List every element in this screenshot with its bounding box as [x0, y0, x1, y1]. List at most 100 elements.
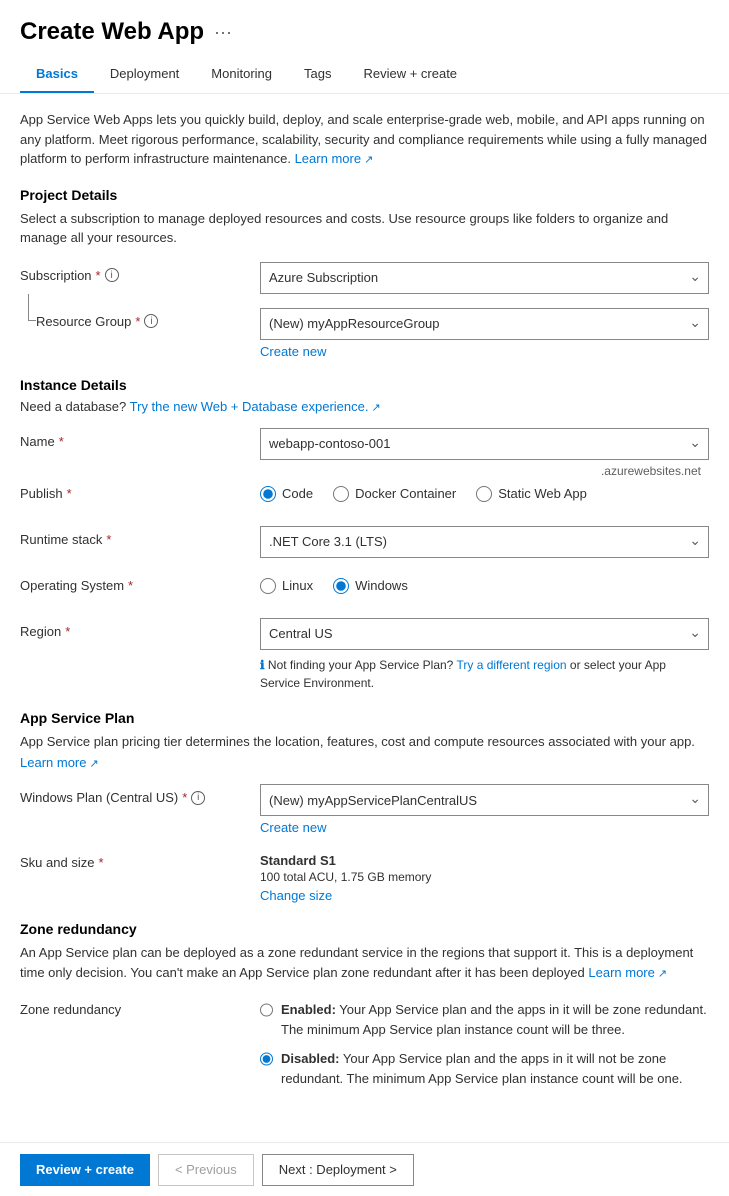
name-control: webapp-contoso-001 .azurewebsites.net: [260, 428, 709, 460]
publish-docker-radio[interactable]: [333, 486, 349, 502]
project-details-desc: Select a subscription to manage deployed…: [20, 209, 709, 248]
db-experience-link[interactable]: Try the new Web + Database experience.: [130, 399, 381, 414]
tab-tags[interactable]: Tags: [288, 56, 347, 93]
resource-group-control: (New) myAppResourceGroup Create new: [260, 308, 709, 359]
subscription-required: *: [96, 268, 101, 283]
name-row: Name * webapp-contoso-001 .azurewebsites…: [20, 428, 709, 460]
region-row: Region * Central US ℹ Not finding your A…: [20, 618, 709, 692]
windows-plan-select[interactable]: (New) myAppServicePlanCentralUS: [260, 784, 709, 816]
resource-group-row: Resource Group * i (New) myAppResourceGr…: [20, 308, 709, 359]
runtime-select-wrapper: .NET Core 3.1 (LTS): [260, 526, 709, 558]
windows-plan-row: Windows Plan (Central US) * i (New) myAp…: [20, 784, 709, 835]
publish-static-option[interactable]: Static Web App: [476, 486, 587, 502]
tab-deployment[interactable]: Deployment: [94, 56, 195, 93]
region-hint: ℹ Not finding your App Service Plan? Try…: [260, 656, 709, 692]
tab-monitoring[interactable]: Monitoring: [195, 56, 288, 93]
os-control: Linux Windows: [260, 572, 709, 594]
os-windows-radio[interactable]: [333, 578, 349, 594]
region-select[interactable]: Central US: [260, 618, 709, 650]
ellipsis-menu-icon[interactable]: ···: [214, 22, 232, 43]
intro-text: App Service Web Apps lets you quickly bu…: [20, 110, 709, 169]
footer-bar: Review + create < Previous Next : Deploy…: [0, 1142, 729, 1196]
runtime-select[interactable]: .NET Core 3.1 (LTS): [260, 526, 709, 558]
os-windows-option[interactable]: Windows: [333, 578, 408, 594]
subscription-control: Azure Subscription: [260, 262, 709, 294]
zone-disabled-item: Disabled: Your App Service plan and the …: [260, 1049, 709, 1088]
subscription-label: Subscription * i: [20, 262, 260, 283]
zone-redundancy-title: Zone redundancy: [20, 921, 709, 937]
tab-review-create[interactable]: Review + create: [347, 56, 473, 93]
runtime-label: Runtime stack *: [20, 526, 260, 547]
asp-title: App Service Plan: [20, 710, 709, 726]
page-title: Create Web App: [20, 18, 204, 46]
subscription-select[interactable]: Azure Subscription: [260, 262, 709, 294]
sku-control: Standard S1 100 total ACU, 1.75 GB memor…: [260, 849, 709, 903]
review-create-button[interactable]: Review + create: [20, 1154, 150, 1186]
publish-code-option[interactable]: Code: [260, 486, 313, 502]
subscription-select-wrapper: Azure Subscription: [260, 262, 709, 294]
resource-group-label: Resource Group * i: [20, 308, 260, 329]
asp-learn-more-link[interactable]: Learn more: [20, 755, 99, 770]
zone-learn-more-link[interactable]: Learn more: [588, 965, 667, 980]
main-content: App Service Web Apps lets you quickly bu…: [0, 94, 729, 1118]
os-linux-option[interactable]: Linux: [260, 578, 313, 594]
next-button[interactable]: Next : Deployment >: [262, 1154, 414, 1186]
runtime-row: Runtime stack * .NET Core 3.1 (LTS): [20, 526, 709, 558]
rg-info-icon[interactable]: i: [144, 314, 158, 328]
windows-plan-select-wrapper: (New) myAppServicePlanCentralUS: [260, 784, 709, 816]
zone-disabled-radio[interactable]: [260, 1051, 273, 1067]
asp-create-new-link[interactable]: Create new: [260, 820, 709, 835]
sku-details: 100 total ACU, 1.75 GB memory: [260, 870, 709, 884]
os-options: Linux Windows: [260, 572, 709, 594]
sku-box: Standard S1 100 total ACU, 1.75 GB memor…: [260, 849, 709, 903]
name-select-wrapper: webapp-contoso-001: [260, 428, 709, 460]
sku-row: Sku and size * Standard S1 100 total ACU…: [20, 849, 709, 903]
rg-select-wrapper: (New) myAppResourceGroup: [260, 308, 709, 340]
windows-plan-label: Windows Plan (Central US) * i: [20, 784, 260, 805]
publish-label: Publish *: [20, 480, 260, 501]
tab-basics[interactable]: Basics: [20, 56, 94, 93]
zone-redundancy-options: Enabled: Your App Service plan and the a…: [260, 996, 709, 1088]
os-linux-radio[interactable]: [260, 578, 276, 594]
zone-enabled-item: Enabled: Your App Service plan and the a…: [260, 1000, 709, 1039]
windows-plan-info-icon[interactable]: i: [191, 791, 205, 805]
instance-details-title: Instance Details: [20, 377, 709, 393]
publish-docker-option[interactable]: Docker Container: [333, 486, 456, 502]
page-header: Create Web App ···: [0, 0, 729, 56]
intro-learn-more-link[interactable]: Learn more: [295, 151, 374, 166]
zone-redundancy-control: Enabled: Your App Service plan and the a…: [260, 996, 709, 1088]
publish-row: Publish * Code Docker Container Static: [20, 480, 709, 512]
tabs-bar: Basics Deployment Monitoring Tags Review…: [0, 56, 729, 94]
region-label: Region *: [20, 618, 260, 639]
sku-name: Standard S1: [260, 853, 709, 868]
zone-redundancy-label: Zone redundancy: [20, 996, 260, 1017]
name-select[interactable]: webapp-contoso-001: [260, 428, 709, 460]
os-row: Operating System * Linux Windows: [20, 572, 709, 604]
sku-label: Sku and size *: [20, 849, 260, 870]
publish-options: Code Docker Container Static Web App: [260, 480, 709, 502]
asp-desc: App Service plan pricing tier determines…: [20, 732, 709, 752]
os-label: Operating System *: [20, 572, 260, 593]
previous-button[interactable]: < Previous: [158, 1154, 254, 1186]
runtime-control: .NET Core 3.1 (LTS): [260, 526, 709, 558]
publish-code-radio[interactable]: [260, 486, 276, 502]
name-suffix: .azurewebsites.net: [601, 464, 701, 478]
subscription-row: Subscription * i Azure Subscription: [20, 262, 709, 294]
zone-redundancy-row: Zone redundancy Enabled: Your App Servic…: [20, 996, 709, 1088]
region-control: Central US ℹ Not finding your App Servic…: [260, 618, 709, 692]
resource-group-select[interactable]: (New) myAppResourceGroup: [260, 308, 709, 340]
region-hint-link[interactable]: Try a different region: [456, 658, 566, 672]
instance-db-text: Need a database? Try the new Web + Datab…: [20, 399, 709, 414]
project-details-title: Project Details: [20, 187, 709, 203]
rg-create-new-link[interactable]: Create new: [260, 344, 709, 359]
zone-enabled-radio[interactable]: [260, 1002, 273, 1018]
zone-redundancy-desc: An App Service plan can be deployed as a…: [20, 943, 709, 982]
region-select-wrapper: Central US: [260, 618, 709, 650]
publish-control: Code Docker Container Static Web App: [260, 480, 709, 502]
subscription-info-icon[interactable]: i: [105, 268, 119, 282]
windows-plan-control: (New) myAppServicePlanCentralUS Create n…: [260, 784, 709, 835]
publish-static-radio[interactable]: [476, 486, 492, 502]
zone-enabled-text: Enabled: Your App Service plan and the a…: [281, 1000, 709, 1039]
change-size-link[interactable]: Change size: [260, 888, 709, 903]
name-label: Name *: [20, 428, 260, 449]
